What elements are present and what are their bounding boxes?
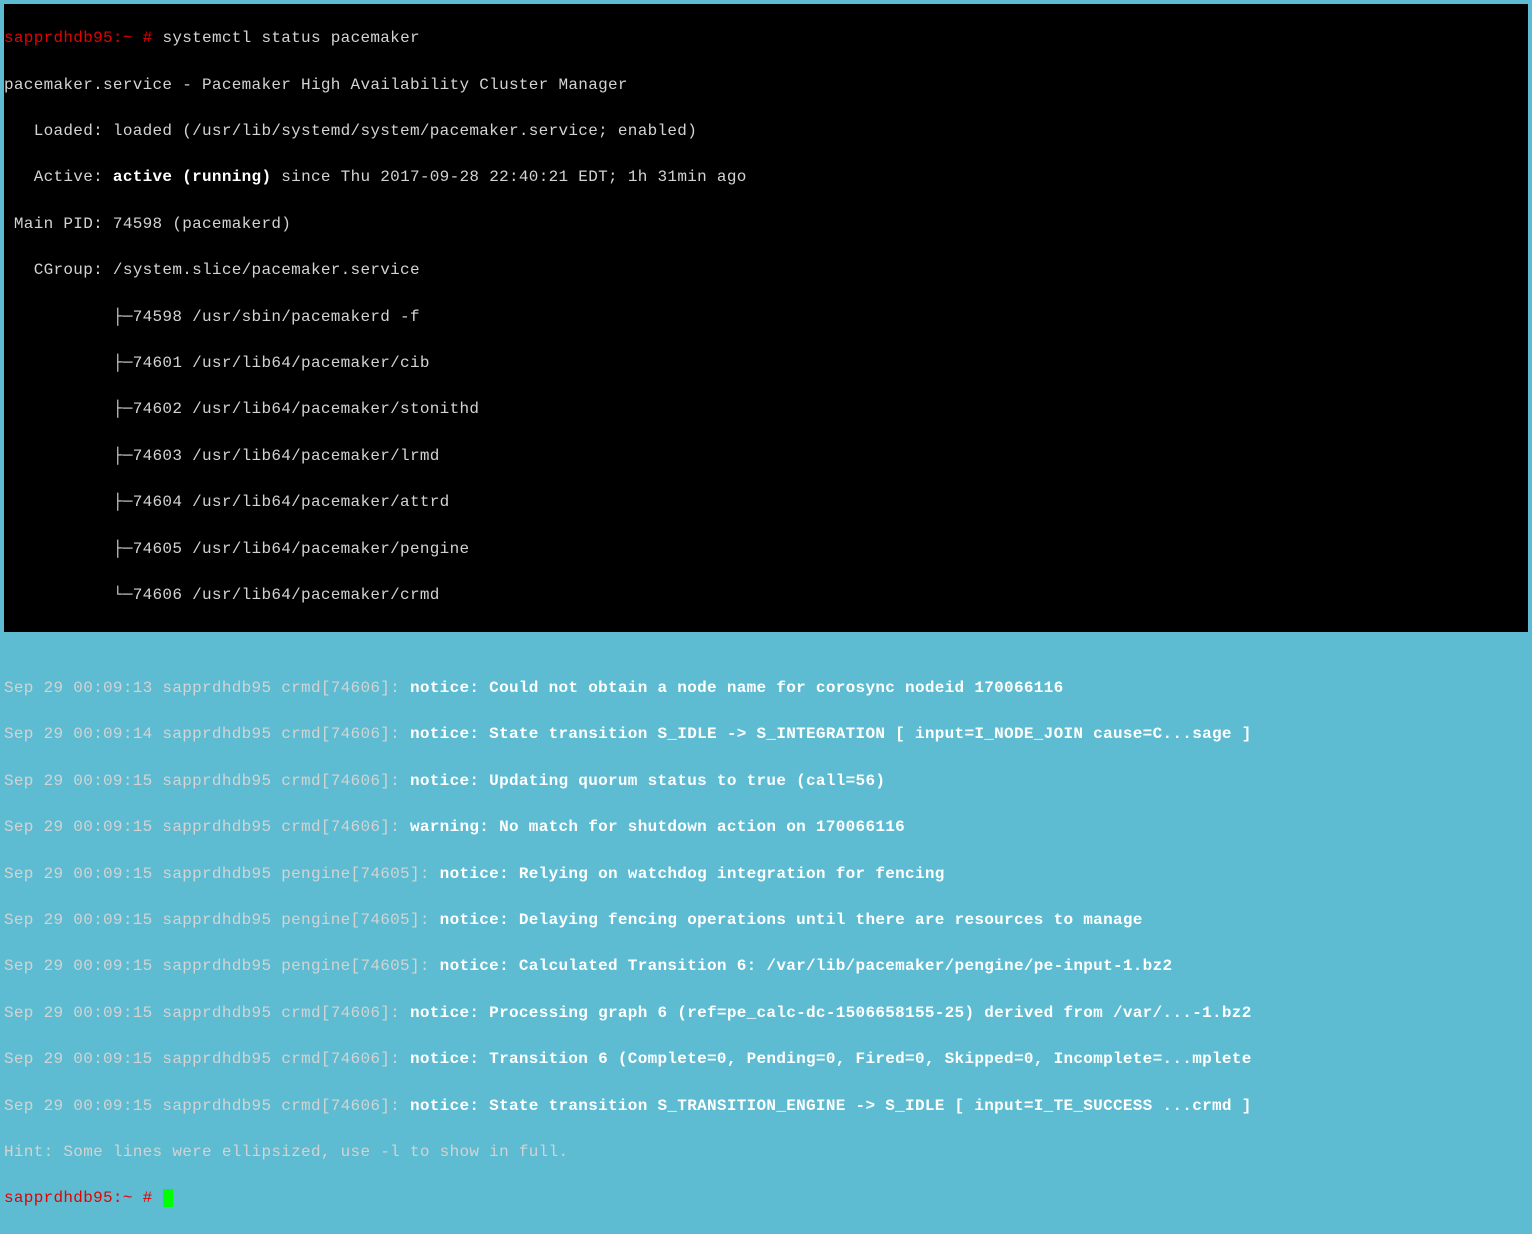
- log-line: Sep 29 00:09:15 sapprdhdb95 pengine[7460…: [4, 909, 1528, 932]
- log-line: Sep 29 00:09:15 sapprdhdb95 crmd[74606]:…: [4, 1095, 1528, 1118]
- command-line-1: sapprdhdb95:~ # systemctl status pacemak…: [4, 27, 1528, 50]
- log-line: Sep 29 00:09:15 sapprdhdb95 crmd[74606]:…: [4, 816, 1528, 839]
- blank-line: [4, 630, 1528, 653]
- loaded-line: Loaded: loaded (/usr/lib/systemd/system/…: [4, 120, 1528, 143]
- log-line: Sep 29 00:09:15 sapprdhdb95 crmd[74606]:…: [4, 1002, 1528, 1025]
- cgroup-header: CGroup: /system.slice/pacemaker.service: [4, 259, 1528, 282]
- service-description: pacemaker.service - Pacemaker High Avail…: [4, 74, 1528, 97]
- cgroup-item: ├─74602 /usr/lib64/pacemaker/stonithd: [4, 398, 1528, 421]
- cgroup-item: ├─74604 /usr/lib64/pacemaker/attrd: [4, 491, 1528, 514]
- hint-line: Hint: Some lines were ellipsized, use -l…: [4, 1141, 1528, 1164]
- log-line: Sep 29 00:09:15 sapprdhdb95 crmd[74606]:…: [4, 1048, 1528, 1071]
- log-line: Sep 29 00:09:13 sapprdhdb95 crmd[74606]:…: [4, 677, 1528, 700]
- log-line: Sep 29 00:09:14 sapprdhdb95 crmd[74606]:…: [4, 723, 1528, 746]
- active-status: active (running): [113, 168, 271, 186]
- log-line: Sep 29 00:09:15 sapprdhdb95 pengine[7460…: [4, 955, 1528, 978]
- log-line: Sep 29 00:09:15 sapprdhdb95 pengine[7460…: [4, 863, 1528, 886]
- cgroup-item: ├─74605 /usr/lib64/pacemaker/pengine: [4, 538, 1528, 561]
- prompt-host: sapprdhdb95:~ #: [4, 1189, 162, 1207]
- cgroup-item: ├─74598 /usr/sbin/pacemakerd -f: [4, 306, 1528, 329]
- terminal-window[interactable]: sapprdhdb95:~ # systemctl status pacemak…: [4, 4, 1528, 632]
- command-text: systemctl status pacemaker: [162, 29, 419, 47]
- command-line-2[interactable]: sapprdhdb95:~ #: [4, 1187, 1528, 1210]
- cgroup-item: ├─74603 /usr/lib64/pacemaker/lrmd: [4, 445, 1528, 468]
- prompt-host: sapprdhdb95:~ #: [4, 29, 162, 47]
- active-line: Active: active (running) since Thu 2017-…: [4, 166, 1528, 189]
- cgroup-item: ├─74601 /usr/lib64/pacemaker/cib: [4, 352, 1528, 375]
- main-pid-line: Main PID: 74598 (pacemakerd): [4, 213, 1528, 236]
- log-line: Sep 29 00:09:15 sapprdhdb95 crmd[74606]:…: [4, 770, 1528, 793]
- cursor-icon: [163, 1189, 173, 1207]
- cgroup-item: └─74606 /usr/lib64/pacemaker/crmd: [4, 584, 1528, 607]
